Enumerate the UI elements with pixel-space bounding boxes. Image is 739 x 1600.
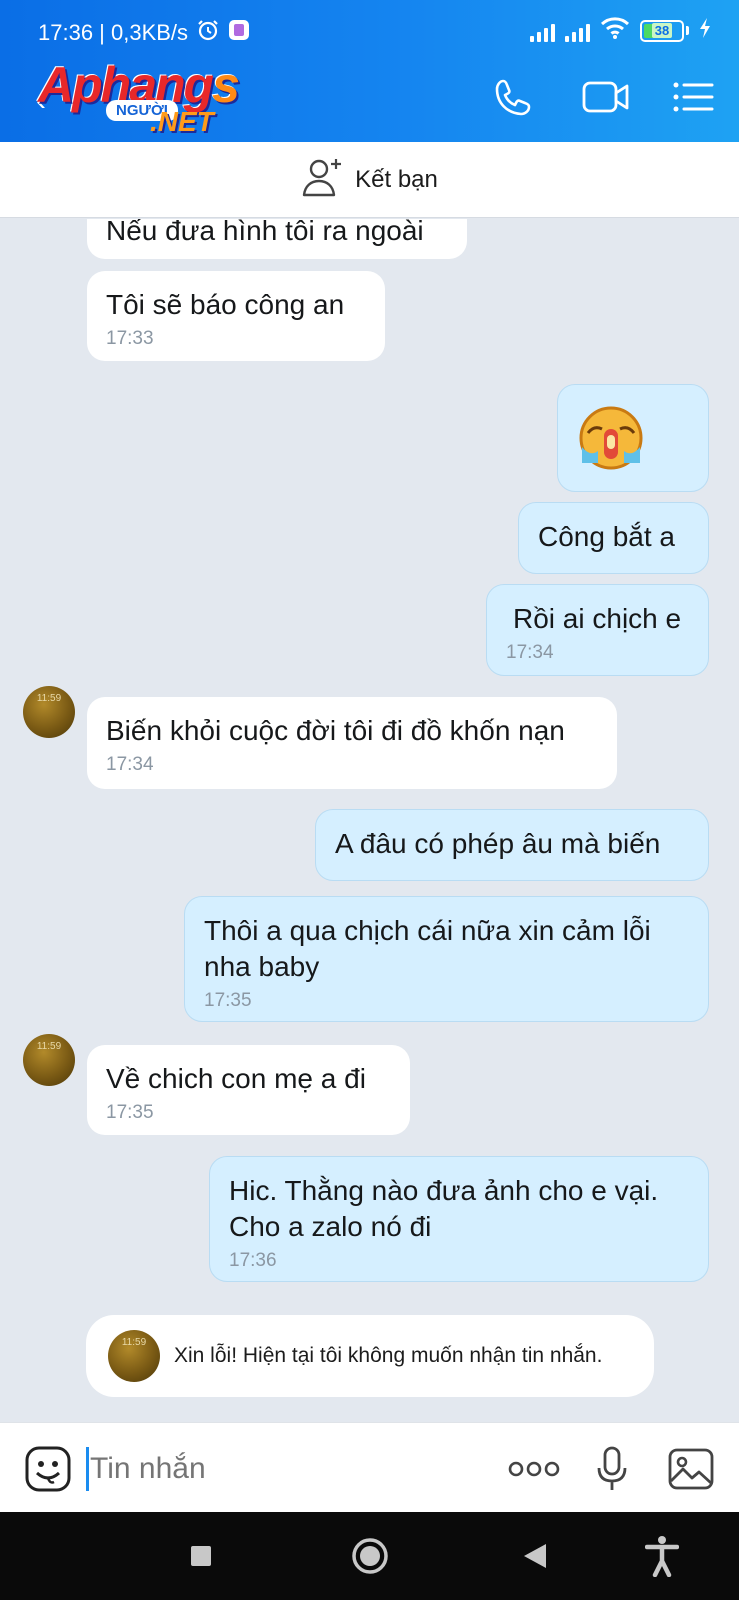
message-time: 17:35	[204, 990, 252, 1011]
add-friend-icon	[301, 157, 345, 202]
sticker-bubble-outgoing[interactable]	[557, 384, 709, 492]
battery-tip	[686, 26, 689, 35]
back-button[interactable]	[520, 1534, 550, 1578]
contact-avatar[interactable]: 11:59	[108, 1330, 160, 1382]
charging-icon	[699, 17, 711, 44]
microphone-icon[interactable]	[592, 1443, 632, 1495]
signal-icon-2	[565, 20, 590, 42]
message-text: A đâu có phép âu mà biến	[335, 828, 661, 859]
add-friend-bar[interactable]: Kết bạn	[0, 142, 739, 218]
sticker-emoji-icon[interactable]	[22, 1443, 74, 1495]
message-time: 17:34	[106, 754, 154, 775]
status-time-speed: 17:36 | 0,3KB/s	[38, 20, 189, 45]
message-text: Tôi sẽ báo công an	[106, 289, 345, 320]
message-text: Hic. Thằng nào đưa ảnh cho e vại. Cho a …	[229, 1175, 659, 1242]
status-right: 38	[530, 16, 711, 45]
message-bubble-outgoing[interactable]: A đâu có phép âu mà biến	[315, 809, 709, 881]
menu-list-icon[interactable]	[670, 74, 716, 120]
message-text: Nếu đưa hình tôi ra ngoài	[106, 219, 424, 246]
message-bubble-outgoing[interactable]: Rồi ai chịch e 17:34	[486, 584, 709, 676]
home-button[interactable]	[350, 1534, 390, 1578]
message-time: 17:36	[229, 1250, 277, 1271]
status-bar: 17:36 | 0,3KB/s 38	[0, 0, 739, 54]
crying-emoji-sticker-icon	[576, 403, 646, 482]
message-input[interactable]	[90, 1447, 470, 1491]
message-text: Biến khỏi cuộc đời tôi đi đồ khốn nạn	[106, 715, 565, 746]
auto-reply-text: Xin lỗi! Hiện tại tôi không muốn nhận ti…	[174, 1344, 603, 1367]
contact-avatar[interactable]: 11:59	[23, 1034, 75, 1086]
message-bubble-outgoing[interactable]: Công bắt a	[518, 502, 709, 574]
battery-icon: 38	[640, 19, 684, 42]
wifi-icon	[600, 16, 630, 45]
message-time: 17:34	[506, 642, 554, 663]
more-options-icon[interactable]	[506, 1443, 562, 1495]
system-navigation-bar	[0, 1512, 739, 1600]
contact-avatar[interactable]: 11:59	[23, 686, 75, 738]
alarm-icon	[196, 18, 220, 48]
chat-messages: Nếu đưa hình tôi ra ngoài Tôi sẽ báo côn…	[0, 219, 739, 1422]
battery-level: 38	[651, 23, 673, 38]
add-friend-label: Kết bạn	[355, 165, 438, 193]
accessibility-icon[interactable]	[644, 1534, 680, 1578]
message-time: 17:33	[106, 328, 154, 349]
logo-net-text: .NET	[150, 106, 214, 137]
message-composer	[0, 1422, 739, 1512]
message-bubble-incoming[interactable]: Biến khỏi cuộc đời tôi đi đồ khốn nạn 17…	[87, 697, 617, 789]
image-gallery-icon[interactable]	[666, 1443, 716, 1495]
message-bubble-incoming[interactable]: Tôi sẽ báo công an 17:33	[87, 271, 385, 361]
message-bubble-outgoing[interactable]: Thôi a qua chịch cái nữa xin cảm lỗi nha…	[184, 896, 709, 1022]
text-cursor	[86, 1447, 89, 1491]
phone-call-icon[interactable]	[490, 74, 536, 120]
message-text: Công bắt a	[538, 521, 675, 552]
top-app-bar: 17:36 | 0,3KB/s 38 ‹ Aphangs NGƯỜI .NET	[0, 0, 739, 142]
signal-icon-1	[530, 20, 555, 42]
message-time: 17:35	[106, 1102, 154, 1123]
app-notification-icon	[228, 19, 250, 47]
recent-apps-button[interactable]	[186, 1534, 216, 1578]
chat-header: ‹ Aphangs NGƯỜI .NET	[0, 54, 739, 142]
message-bubble-incoming[interactable]: Về chich con mẹ a đi 17:35	[87, 1045, 410, 1135]
message-bubble-incoming[interactable]: Nếu đưa hình tôi ra ngoài	[87, 219, 467, 259]
watermark-logo: Aphangs NGƯỜI .NET	[38, 56, 258, 140]
message-text: Thôi a qua chịch cái nữa xin cảm lỗi nha…	[204, 915, 651, 982]
message-text: Rồi ai chịch e	[513, 603, 682, 634]
status-left: 17:36 | 0,3KB/s	[38, 18, 250, 48]
video-call-icon[interactable]	[578, 74, 634, 120]
message-bubble-outgoing[interactable]: Hic. Thằng nào đưa ảnh cho e vại. Cho a …	[209, 1156, 709, 1282]
message-text: Về chich con mẹ a đi	[106, 1063, 366, 1094]
auto-reply-notice: 11:59 Xin lỗi! Hiện tại tôi không muốn n…	[86, 1315, 654, 1397]
